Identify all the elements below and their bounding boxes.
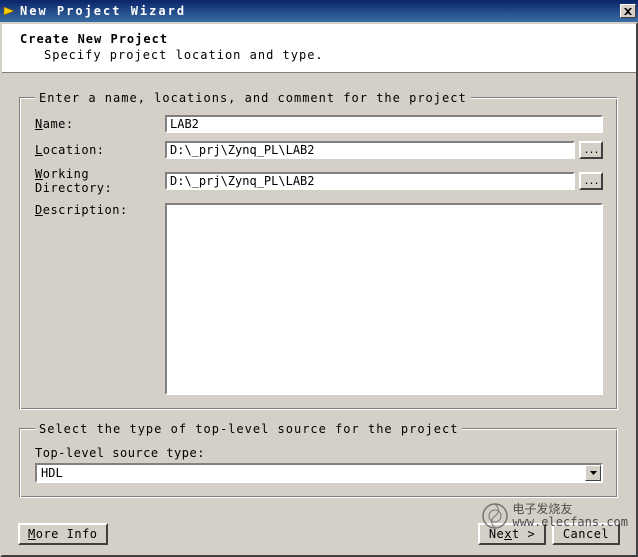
source-type-fieldset: Select the type of top-level source for … — [20, 422, 618, 498]
working-dir-browse-button[interactable]: ... — [579, 172, 603, 190]
footer-right: Next > Cancel — [478, 523, 620, 545]
location-input[interactable] — [165, 141, 575, 159]
working-dir-input[interactable] — [165, 172, 575, 190]
more-info-button[interactable]: More Info — [18, 523, 108, 545]
dropdown-arrow-icon — [585, 465, 601, 481]
fieldset-legend: Enter a name, locations, and comment for… — [35, 91, 471, 105]
footer: More Info Next > Cancel — [18, 523, 620, 545]
source-type-value: HDL — [37, 466, 585, 480]
source-type-label: Top-level source type: — [35, 446, 603, 460]
dialog-body: Create New Project Specify project locat… — [0, 22, 638, 557]
location-row: Location: ... — [35, 141, 603, 159]
description-row: Description: — [35, 203, 603, 395]
name-input[interactable] — [165, 115, 603, 133]
location-label: Location: — [35, 143, 165, 157]
description-input[interactable] — [165, 203, 603, 395]
content-area: Enter a name, locations, and comment for… — [2, 73, 636, 520]
header-section: Create New Project Specify project locat… — [2, 24, 636, 73]
source-type-select[interactable]: HDL — [35, 463, 603, 483]
cancel-button[interactable]: Cancel — [552, 523, 620, 545]
fieldset-legend: Select the type of top-level source for … — [35, 422, 462, 436]
page-subtitle: Specify project location and type. — [20, 48, 618, 62]
close-button[interactable] — [620, 4, 636, 18]
location-browse-button[interactable]: ... — [579, 141, 603, 159]
next-button[interactable]: Next > — [478, 523, 546, 545]
name-label: Name: — [35, 117, 165, 131]
working-dir-label: Working Directory: — [35, 167, 165, 195]
project-info-fieldset: Enter a name, locations, and comment for… — [20, 91, 618, 410]
working-dir-row: Working Directory: ... — [35, 167, 603, 195]
titlebar-text: New Project Wizard — [20, 4, 620, 18]
app-icon — [2, 4, 16, 18]
page-title: Create New Project — [20, 32, 618, 46]
name-row: Name: — [35, 115, 603, 133]
description-label: Description: — [35, 203, 165, 217]
titlebar: New Project Wizard — [0, 0, 638, 22]
